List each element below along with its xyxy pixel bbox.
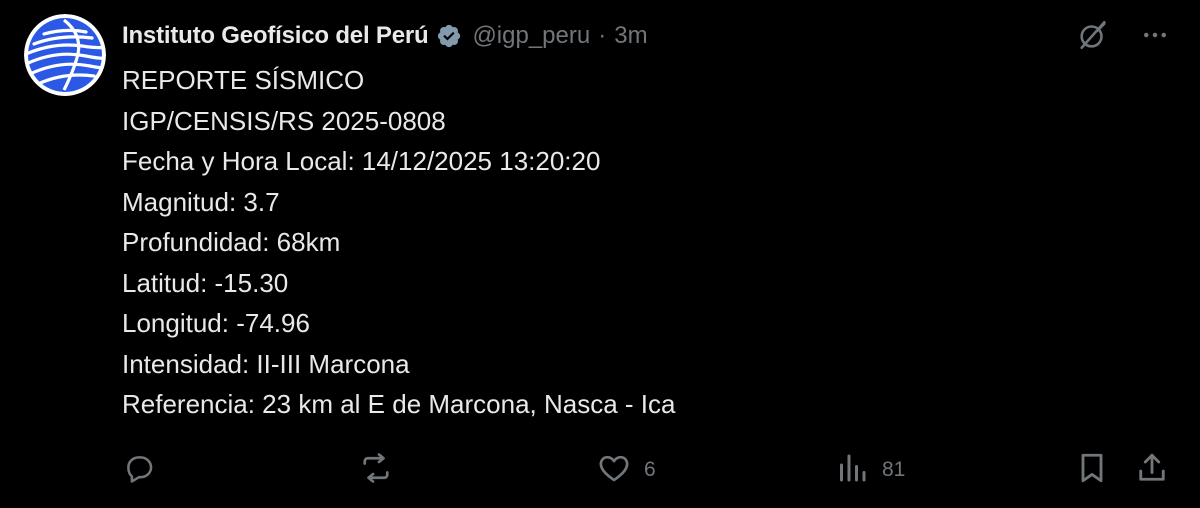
verified-badge-icon[interactable]: [436, 23, 462, 49]
like-count: 6: [644, 458, 656, 481]
tweet-line-depth: Profundidad: 68km: [122, 227, 341, 257]
tweet-line-title: REPORTE SÍSMICO: [122, 65, 365, 95]
share-button[interactable]: [1134, 448, 1170, 492]
like-button[interactable]: 6: [596, 448, 656, 492]
tweet-text: REPORTE SÍSMICO IGP/CENSIS/RS 2025-0808 …: [122, 60, 1172, 425]
tweet-action-bar: 6 81: [122, 448, 1174, 492]
views-button[interactable]: 81: [834, 448, 905, 492]
tweet-line-intensity: Intensidad: II-III Marcona: [122, 348, 410, 379]
more-icon[interactable]: [1140, 20, 1170, 50]
view-count: 81: [882, 458, 906, 481]
tweet-line-latitude: Latitud: -15.30: [122, 267, 289, 298]
separator-dot: ·: [598, 22, 607, 49]
bookmark-icon: [1074, 450, 1110, 491]
tweet-line-reference: Referencia: 23 km al E de Marcona, Nasca…: [122, 389, 676, 419]
reply-icon: [122, 451, 156, 490]
tweet-line-datetime: Fecha y Hora Local: 14/12/2025 13:20:20: [122, 146, 601, 176]
handle[interactable]: @igp_peru: [472, 22, 590, 50]
tweet-header: Instituto Geofísico del Perú @igp_peru ·…: [122, 17, 648, 55]
tweet-line-longitude: Longitud: -74.96: [122, 308, 310, 338]
analytics-icon: [834, 450, 870, 491]
repost-button[interactable]: [358, 448, 394, 492]
repost-icon: [358, 450, 394, 491]
tweet-top-actions: [1076, 18, 1170, 52]
reply-button[interactable]: [122, 448, 156, 492]
tweet-card[interactable]: Instituto Geofísico del Perú @igp_peru ·…: [0, 0, 1200, 508]
heart-icon: [596, 450, 632, 491]
share-icon: [1134, 450, 1170, 491]
avatar[interactable]: [24, 14, 106, 96]
grok-icon[interactable]: [1076, 18, 1110, 52]
display-name[interactable]: Instituto Geofísico del Perú: [122, 22, 429, 50]
tweet-line-report-id: IGP/CENSIS/RS 2025-0808: [122, 105, 446, 136]
bookmark-button[interactable]: [1074, 448, 1110, 492]
igp-logo-icon: [24, 14, 106, 96]
tweet-line-magnitude: Magnitud: 3.7: [122, 186, 280, 217]
timestamp[interactable]: 3m: [614, 22, 647, 50]
